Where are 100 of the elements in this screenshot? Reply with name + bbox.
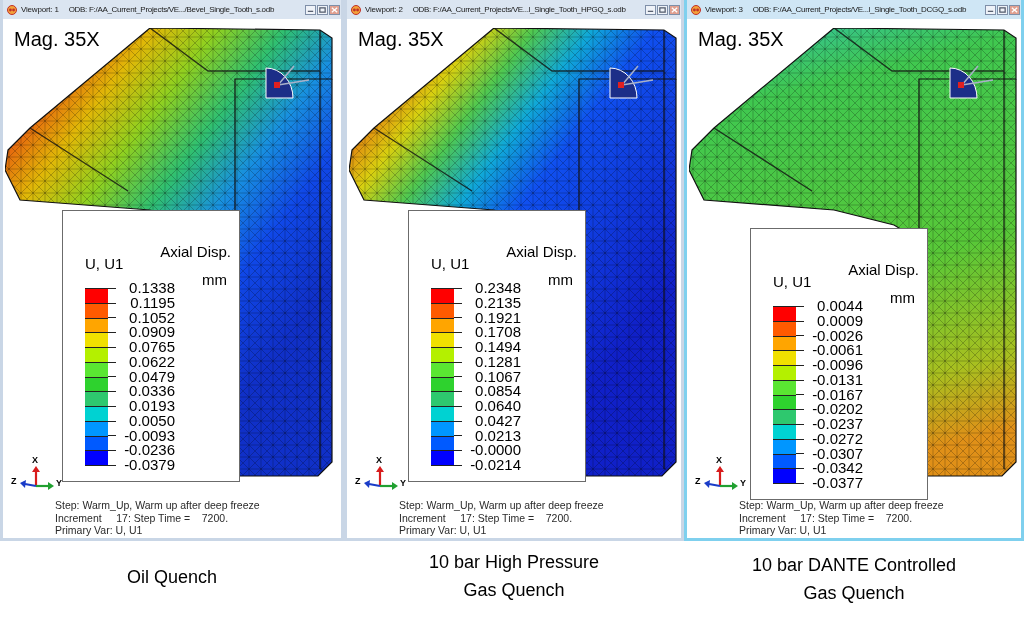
tick-mark [108,361,116,363]
axis-label: Z [355,476,361,486]
legend-value: 0.2135 [475,295,521,311]
legend-quantity: Axial Disp. [848,261,919,279]
close-icon [330,5,339,14]
status-text: Increment 17: Step Time = 7200. [739,511,914,524]
tick-mark [108,376,116,378]
legend-unit: mm [548,271,573,289]
close-icon [1010,5,1019,14]
status-text: Step: Warm_Up, Warm up after deep freeze [739,499,944,512]
legend-value: -0.0096 [812,358,863,373]
legend-value: -0.0061 [812,343,863,358]
tick-mark [796,320,804,322]
odb-path-text: ODB: F:/AA_Current_Projects/VE...l_Single_Tooth_DCGQ_s.odb [752,3,967,16]
maximize-button[interactable] [317,4,328,15]
close-button[interactable] [1009,4,1020,15]
status-text: Increment 17: Step Time = 7200. [399,511,574,524]
viewport-icon [691,4,701,15]
tick-mark [108,302,116,304]
tick-mark [796,335,804,337]
legend-value: 0.0765 [129,340,175,355]
legend-value: 0.1494 [475,340,521,355]
legend-value: 0.0427 [475,413,521,429]
legend-value: -0.0202 [812,402,863,417]
legend-value: -0.0000 [470,443,521,458]
legend-value: 0.1708 [475,325,521,340]
tick-mark [454,450,462,452]
maximize-button[interactable] [997,4,1008,15]
tick-mark [796,423,804,425]
legend-value: -0.0342 [812,461,863,476]
tick-mark [796,409,804,411]
legend-value: 0.1338 [129,281,175,296]
tick-mark [108,420,116,422]
legend-value: -0.0307 [812,446,863,462]
legend-value: 0.0640 [475,399,521,414]
axis-triad-icon [19,465,55,491]
axis-label: X [716,455,722,465]
status-text: Primary Var: U, U1 [55,524,144,537]
maximize-icon [318,5,327,14]
tick-mark [108,317,116,319]
legend-value: -0.0131 [812,372,863,388]
close-icon [670,5,679,14]
viewport-label: Viewport: 1 [21,3,59,16]
minimize-button[interactable] [985,4,996,15]
magnification-label: Mag. 35X [698,27,784,51]
tick-mark [454,332,462,334]
axis-label: Y [400,478,406,488]
tick-mark [454,302,462,304]
minimize-button[interactable] [305,4,316,15]
tick-mark [454,420,462,422]
tick-mark [454,405,462,407]
tick-mark [454,391,462,393]
legend-quantity: Axial Disp. [160,243,231,261]
tick-mark [796,453,804,455]
legend-value: -0.0377 [812,476,863,491]
maximize-button[interactable] [657,4,668,15]
tick-mark [108,332,116,334]
magnification-label: Mag. 35X [358,27,444,51]
tick-mark [454,346,462,348]
tick-mark [454,317,462,319]
tick-mark [454,376,462,378]
tick-mark [108,435,116,437]
close-button[interactable] [669,4,680,15]
tick-mark [454,435,462,437]
tick-mark [796,468,804,470]
legend-variable: U, U1 [85,255,124,273]
tick-mark [108,391,116,393]
caption-text: 10 bar High Pressure Gas Quench [428,551,600,602]
legend-value: -0.0026 [812,328,863,344]
odb-path-text: ODB: F:/AA_Current_Projects/VE.../Bevel_Single_Tooth_s.odb [68,3,275,16]
viewport-label: Viewport: 2 [365,3,403,16]
caption-text: Oil Quench [126,566,217,589]
viewport-icon [351,4,361,15]
axis-label: Y [56,478,62,488]
status-text: Increment 17: Step Time = 7200. [55,511,230,524]
tick-mark [796,350,804,352]
status-text: Primary Var: U, U1 [399,524,488,537]
legend-value: -0.0272 [812,431,863,447]
legend-value: 0.0854 [475,384,521,399]
legend-quantity: Axial Disp. [506,243,577,261]
status-text: Step: Warm_Up, Warm up after deep freeze [55,499,260,512]
status-text: Primary Var: U, U1 [739,524,828,537]
caption-text: 10 bar DANTE Controlled Gas Quench [751,554,957,605]
viewport-icon [7,4,17,15]
axis-triad-icon [363,465,399,491]
tick-mark [108,450,116,452]
legend-value: 0.0044 [817,299,863,314]
minimize-button[interactable] [645,4,656,15]
legend-variable: U, U1 [431,255,470,273]
tick-mark [796,379,804,381]
legend-value: 0.1195 [130,295,175,311]
legend-variable: U, U1 [773,273,812,291]
odb-path-text: ODB: F:/AA_Current_Projects/VE...l_Single_Tooth_HPGQ_s.odb [412,3,626,16]
close-button[interactable] [329,4,340,15]
axis-label: Y [740,478,746,488]
tick-mark [108,405,116,407]
tick-mark [796,394,804,396]
axis-label: X [32,455,38,465]
legend-value: -0.0379 [124,458,175,473]
legend-value: -0.0214 [470,458,521,473]
